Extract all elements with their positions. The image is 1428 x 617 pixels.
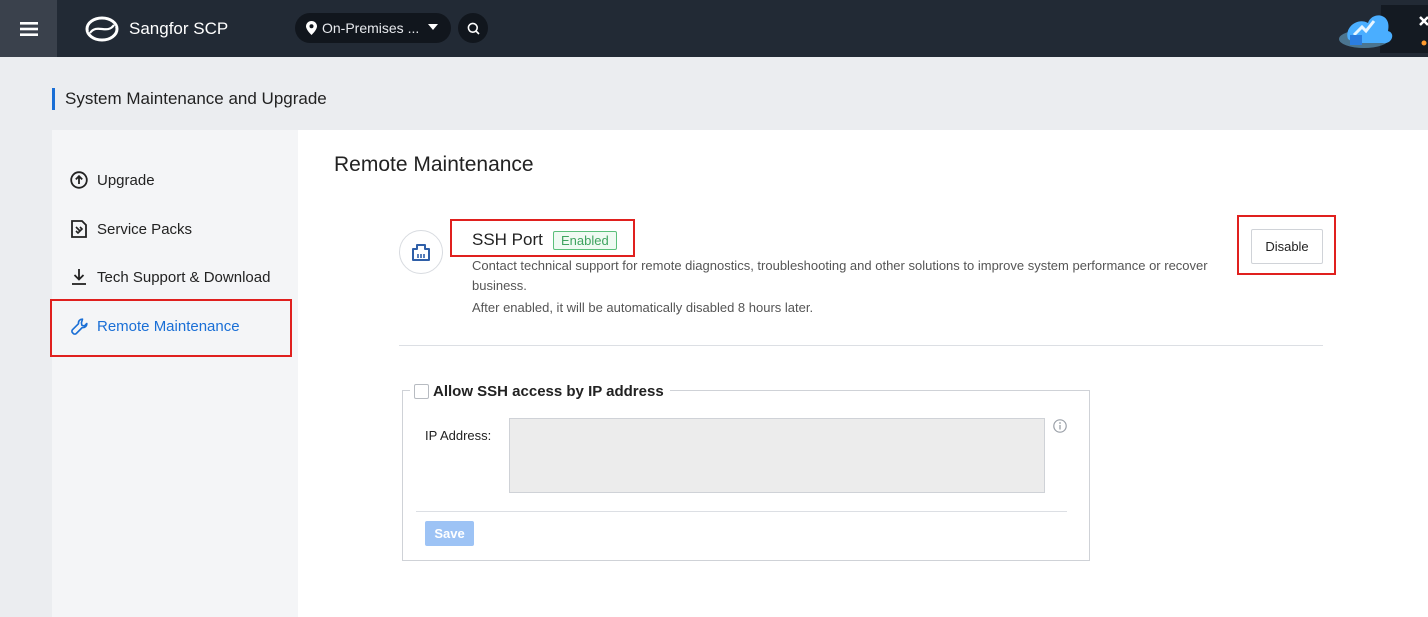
sidebar-item-label: Remote Maintenance xyxy=(97,317,240,335)
sidebar-item-upgrade[interactable]: Upgrade xyxy=(70,168,155,192)
sidebar-item-label: Upgrade xyxy=(97,171,155,189)
ip-address-input[interactable] xyxy=(509,418,1045,493)
ssh-note: After enabled, it will be automatically … xyxy=(472,300,814,315)
location-selector[interactable]: On-Premises ... xyxy=(295,13,451,43)
info-icon[interactable] xyxy=(1053,419,1067,433)
wrench-icon xyxy=(70,317,88,335)
disable-button[interactable]: Disable xyxy=(1251,229,1323,264)
fieldset-divider xyxy=(416,511,1067,512)
ssh-icon-wrap xyxy=(399,230,443,274)
chevron-down-icon xyxy=(428,24,438,30)
ip-access-legend: Allow SSH access by IP address xyxy=(410,381,670,401)
location-pin-icon xyxy=(306,21,317,35)
search-icon xyxy=(467,22,480,35)
allow-ssh-ip-checkbox[interactable] xyxy=(414,383,429,399)
sidebar-item-remote-maintenance[interactable]: Remote Maintenance xyxy=(70,314,240,338)
status-badge: Enabled xyxy=(553,231,617,250)
ssh-description: Contact technical support for remote dia… xyxy=(472,258,1208,293)
arrow-up-circle-icon xyxy=(70,171,88,189)
cloud-promo-icon xyxy=(1339,5,1428,53)
page-title: System Maintenance and Upgrade xyxy=(52,88,327,110)
menu-icon xyxy=(19,21,38,36)
download-icon xyxy=(70,268,88,286)
document-patch-icon xyxy=(70,220,88,238)
ip-address-label: IP Address: xyxy=(425,428,492,443)
allow-ssh-ip-label[interactable]: Allow SSH access by IP address xyxy=(433,383,664,400)
network-port-icon xyxy=(412,244,430,261)
section-title: Remote Maintenance xyxy=(334,153,534,176)
brand[interactable]: Sangfor SCP xyxy=(85,13,228,45)
ssh-port-title: SSH Port xyxy=(472,230,543,249)
sidebar-item-tech-support[interactable]: Tech Support & Download xyxy=(70,265,270,289)
brand-name: Sangfor SCP xyxy=(129,19,229,38)
sidebar-item-service-packs[interactable]: Service Packs xyxy=(70,217,192,241)
save-button[interactable]: Save xyxy=(425,521,474,546)
top-bar: Sangfor SCP On-Premises ... xyxy=(0,0,1428,57)
cloud-promo[interactable] xyxy=(1336,5,1428,53)
sidebar-item-label: Service Packs xyxy=(97,220,193,238)
sidebar: Upgrade Service Packs Tech Support & Dow… xyxy=(52,130,298,617)
divider xyxy=(399,345,1323,346)
search-button[interactable] xyxy=(458,13,488,43)
menu-button[interactable] xyxy=(0,0,57,57)
sidebar-item-label: Tech Support & Download xyxy=(97,268,271,286)
location-label: On-Premises ... xyxy=(322,20,420,36)
sangfor-logo xyxy=(85,16,119,42)
main-panel: Remote Maintenance SSH Port Enabled Cont… xyxy=(298,130,1428,617)
